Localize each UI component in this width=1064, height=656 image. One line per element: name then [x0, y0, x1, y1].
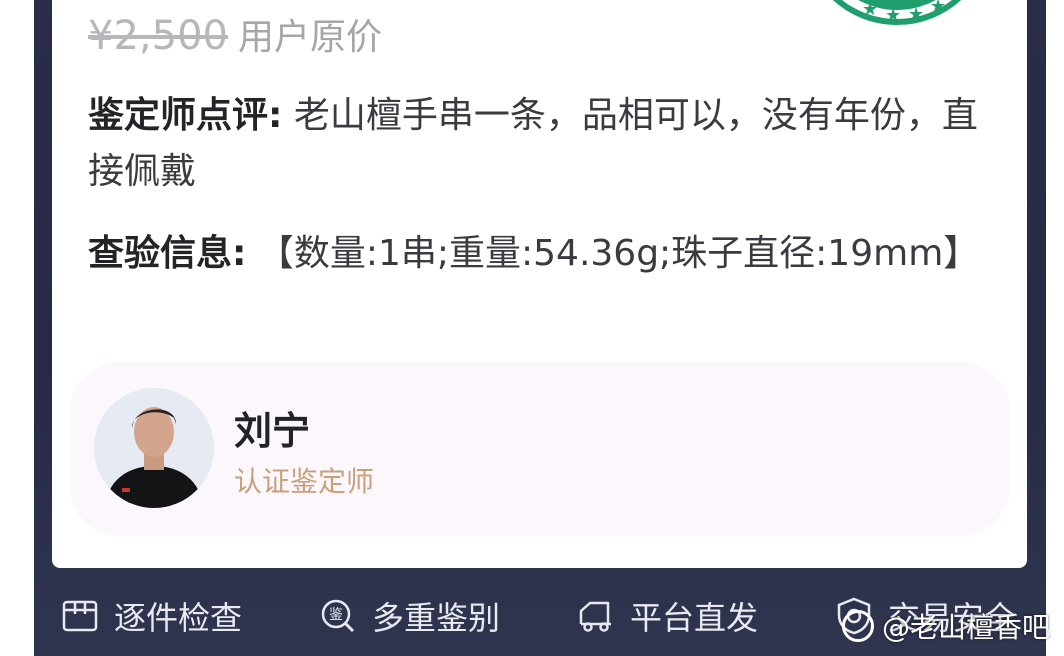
expert-profile-card[interactable]: 刘宁 认证鉴定师 [70, 362, 1010, 536]
original-price: ¥2,500 [88, 13, 228, 59]
appraiser-review: 鉴定师点评: 老山檀手串一条，品相可以，没有年份，直接佩戴 [88, 88, 988, 200]
feature-item-inspection: 逐件检查 [62, 596, 243, 637]
svg-text:★: ★ [885, 5, 901, 26]
inspection-info-text: 【数量:1串;重量:54.36g;珠子直径:19mm】 [246, 233, 980, 274]
certification-seal-icon: ★ ★ ★ ★ [832, 0, 962, 26]
inspection-info-label: 查验信息: [88, 233, 247, 274]
svg-text:鉴: 鉴 [329, 607, 343, 623]
expert-title: 认证鉴定师 [234, 465, 375, 498]
truck-icon [579, 601, 611, 632]
feature-item-appraisal: 鉴 多重鉴别 [320, 596, 501, 637]
feature-label: 逐件检查 [114, 599, 243, 637]
watermark: @老山檀香吧 [842, 606, 1050, 646]
watermark-text: @老山檀香吧 [882, 611, 1051, 644]
avatar[interactable] [94, 388, 214, 508]
inspection-info: 查验信息: 【数量:1串;重量:54.36g;珠子直径:19mm】 [88, 226, 988, 282]
appraiser-review-label: 鉴定师点评: [88, 95, 283, 136]
feature-label: 多重鉴别 [372, 599, 501, 637]
box-icon [62, 600, 98, 632]
svg-text:★: ★ [908, 4, 924, 25]
expert-name: 刘宁 [234, 409, 311, 453]
feature-item-shipping: 平台直发 [578, 596, 759, 637]
original-price-label: 用户原价 [237, 17, 382, 58]
svg-text:★: ★ [930, 0, 946, 17]
product-detail-card: ★ ★ ★ ★ ¥2,500 用户原价 鉴定师点评: 老山檀手串一条，品相可以，没… [52, 0, 1027, 568]
svg-text:★: ★ [862, 0, 878, 20]
price-row: ¥2,500 用户原价 [88, 8, 382, 60]
feature-label: 平台直发 [630, 599, 759, 637]
watermark-logo-icon [842, 610, 874, 642]
magnify-appraise-icon: 鉴 [321, 599, 355, 633]
